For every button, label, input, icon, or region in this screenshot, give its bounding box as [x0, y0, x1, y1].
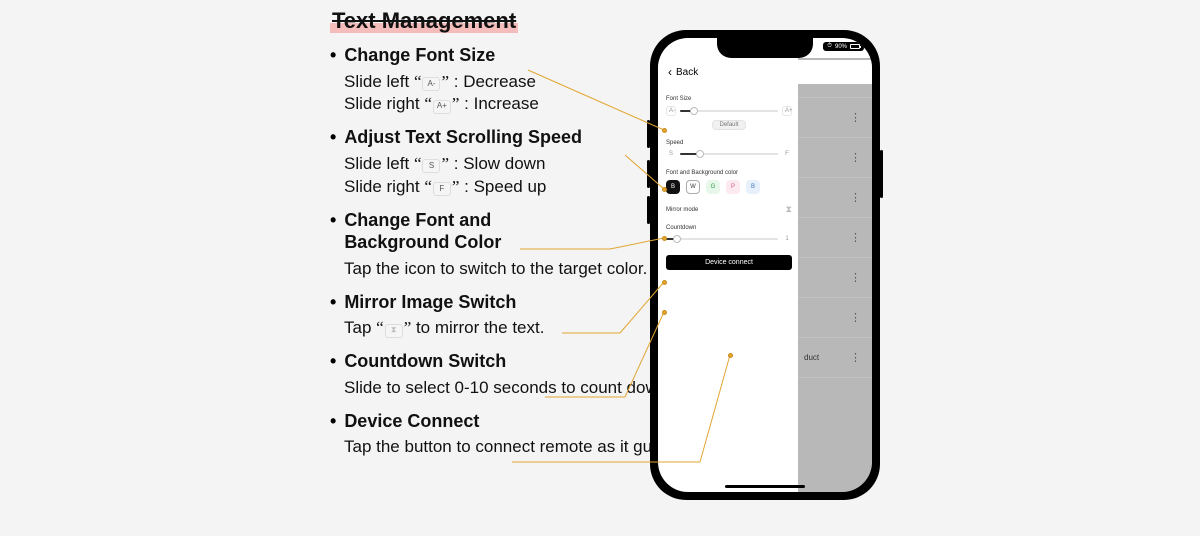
back-chevron-icon[interactable]: ‹	[668, 65, 672, 79]
callout-dot	[728, 353, 733, 358]
badge-f: F	[433, 182, 451, 196]
callout-dot	[662, 187, 667, 192]
label-countdown: Countdown	[666, 225, 792, 231]
bullet-dot: •	[330, 412, 336, 430]
callout-dot	[662, 310, 667, 315]
heading-connect: Device Connect	[344, 410, 479, 433]
swatch-blue[interactable]: B	[746, 180, 760, 194]
heading-countdown: Countdown Switch	[344, 350, 506, 373]
badge-hourglass: ⧗	[385, 324, 403, 338]
background-list: ⋮ ⋮ ⋮ ⋮ ⋮ ⋮ ⋮ duct⋮	[798, 58, 872, 492]
default-chip[interactable]: Default	[712, 120, 745, 130]
page-title: Text Management	[330, 8, 518, 33]
swatch-white[interactable]: W	[686, 180, 700, 194]
status-bar: ⏱ 90%	[823, 42, 864, 51]
countdown-value: 1	[782, 235, 792, 243]
heading-color: Change Font and Background Color	[344, 209, 501, 254]
bg-row-text: duct	[804, 353, 819, 362]
phone-screen: ⏱ 90% ‹ Back ⊕ ⋮ ⋮ ⋮ ⋮ ⋮ ⋮ ⋮ duct⋮	[658, 38, 872, 492]
app-header: ‹ Back ⊕	[658, 60, 872, 84]
heading-font-size: Change Font Size	[344, 44, 495, 67]
heading-speed: Adjust Text Scrolling Speed	[344, 126, 582, 149]
font-size-slider[interactable]	[680, 110, 778, 112]
phone-frame: ⏱ 90% ‹ Back ⊕ ⋮ ⋮ ⋮ ⋮ ⋮ ⋮ ⋮ duct⋮	[650, 30, 880, 500]
label-mirror: Mirror mode	[666, 207, 698, 213]
kebab-icon[interactable]: ⋮	[850, 191, 862, 204]
swatch-green[interactable]: G	[706, 180, 720, 194]
badge-s: S	[422, 159, 440, 173]
mirror-toggle-icon[interactable]: ⧗	[786, 204, 792, 215]
bullet-dot: •	[330, 46, 336, 64]
back-button[interactable]: Back	[676, 67, 698, 78]
callout-dot	[662, 236, 667, 241]
label-font-size: Font Size	[666, 96, 792, 102]
kebab-icon[interactable]: ⋮	[850, 111, 862, 124]
kebab-icon[interactable]: ⋮	[850, 351, 862, 364]
font-size-min: A-	[666, 106, 676, 116]
swatch-pink[interactable]: P	[726, 180, 740, 194]
speed-max: F	[782, 150, 792, 158]
badge-a-plus: A+	[433, 100, 451, 114]
kebab-icon[interactable]: ⋮	[850, 311, 862, 324]
badge-a-minus: A-	[422, 77, 440, 91]
heading-mirror: Mirror Image Switch	[344, 291, 516, 314]
settings-sheet: Font Size A- A+ Default Speed S	[658, 84, 798, 270]
home-indicator	[725, 485, 805, 488]
speed-slider[interactable]	[680, 153, 778, 155]
alarm-icon: ⏱	[827, 43, 832, 50]
bullet-dot: •	[330, 128, 336, 146]
label-speed: Speed	[666, 140, 792, 146]
bullet-dot: •	[330, 211, 336, 229]
battery-icon	[850, 44, 860, 49]
swatch-black[interactable]: B	[666, 180, 680, 194]
kebab-icon[interactable]: ⋮	[850, 231, 862, 244]
bullet-dot: •	[330, 352, 336, 370]
color-swatches: B W G P B	[666, 180, 792, 194]
kebab-icon[interactable]: ⋮	[850, 151, 862, 164]
notch	[717, 38, 813, 58]
font-size-max: A+	[782, 106, 792, 116]
label-colors: Font and Background color	[666, 170, 792, 176]
callout-dot	[662, 280, 667, 285]
speed-min: S	[666, 150, 676, 158]
countdown-slider[interactable]	[666, 238, 778, 240]
device-connect-button[interactable]: Device connect	[666, 255, 792, 270]
kebab-icon[interactable]: ⋮	[850, 271, 862, 284]
battery-pct: 90%	[835, 44, 847, 50]
callout-dot	[662, 128, 667, 133]
bullet-dot: •	[330, 293, 336, 311]
